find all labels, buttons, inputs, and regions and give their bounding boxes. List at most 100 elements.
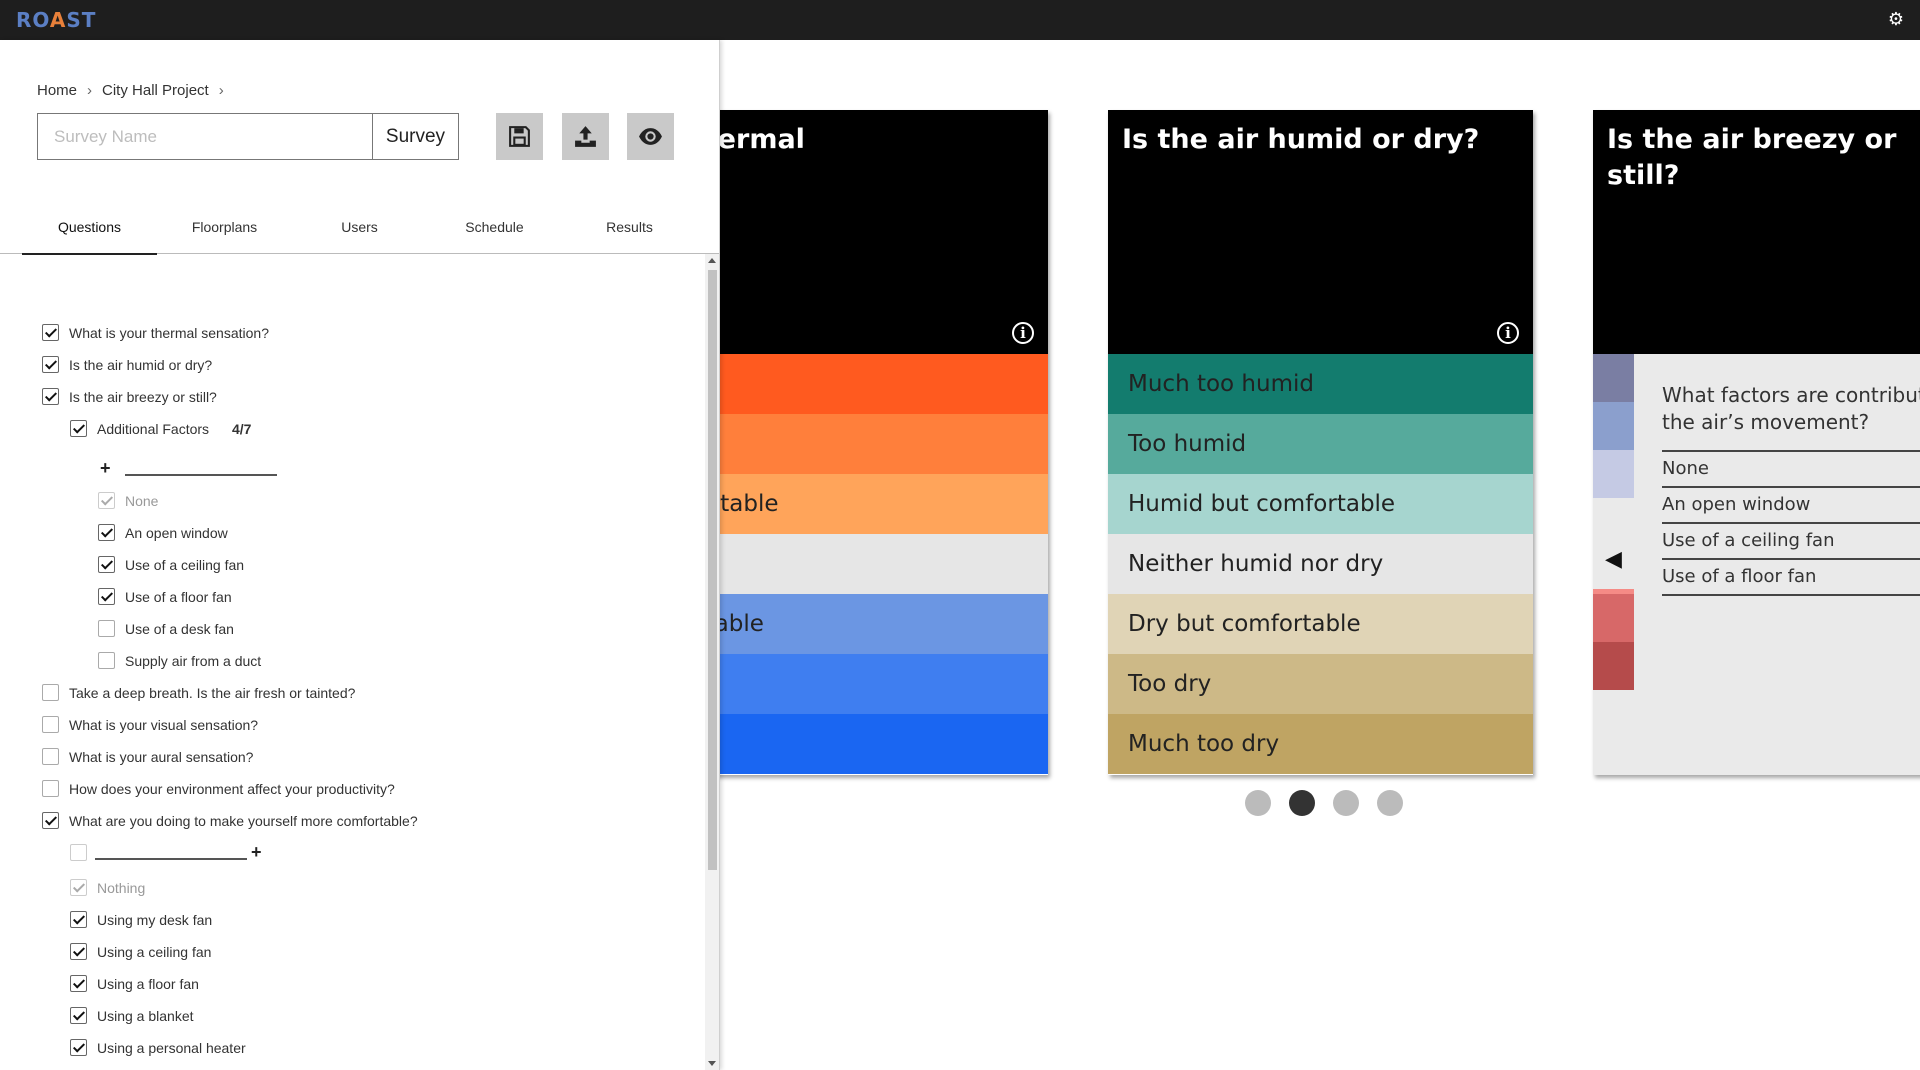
info-icon[interactable]: i [1012,322,1034,344]
checkbox[interactable] [42,324,59,341]
question-label: Additional Factors [97,421,210,437]
answer-option[interactable]: Dry but comfortable [1108,594,1533,654]
card-options: Much too humid Too humid Humid but comfort… [1108,354,1533,774]
save-icon [509,126,530,147]
checkbox[interactable] [42,388,59,405]
plus-icon[interactable]: + [100,458,111,479]
question-label: Supply air from a duct [125,653,262,669]
pager-dot[interactable] [1245,790,1271,816]
checkbox[interactable] [98,588,115,605]
checkbox[interactable] [98,652,115,669]
checkbox[interactable] [42,716,59,733]
answer-option[interactable]: Much too dry [1108,714,1533,774]
question-label: What is your thermal sensation? [69,325,269,341]
scroll-up-icon[interactable] [708,258,716,263]
followup-content: What factors are contribut the air’s mov… [1662,382,1920,596]
upload-button[interactable] [562,113,609,160]
pager-dot[interactable] [1333,790,1359,816]
pager-dot[interactable] [1377,790,1403,816]
checkbox[interactable] [42,356,59,373]
survey-name-input[interactable] [37,113,373,160]
checkbox[interactable] [42,812,59,829]
followup-option[interactable]: Use of a floor fan [1662,560,1920,596]
answer-option-label: Much too humid [1128,371,1314,397]
breadcrumb-project[interactable]: City Hall Project [102,82,209,99]
checkbox[interactable] [70,943,87,960]
followup-options: None An open window Use of a ceiling fan Us… [1662,450,1920,596]
checkbox[interactable] [42,780,59,797]
question-label: Use of a desk fan [125,621,234,637]
new-action-input[interactable] [95,858,247,860]
plus-icon[interactable]: + [251,842,262,863]
checkbox[interactable] [70,975,87,992]
scrollbar[interactable] [705,254,719,1070]
scroll-down-icon[interactable] [708,1061,716,1066]
answer-option[interactable]: Too humid [1108,414,1533,474]
answer-option-label: Much too dry [1128,731,1280,757]
gear-icon[interactable]: ⚙ [1886,9,1906,29]
tab-floorplans[interactable]: Floorplans [157,214,292,254]
roast-logo[interactable]: ROAST [16,8,96,32]
strip-segment[interactable] [1593,402,1634,450]
logo-part: RO [16,8,50,32]
answer-option[interactable]: Too dry [1108,654,1533,714]
answer-option[interactable]: Humid but comfortable [1108,474,1533,534]
question-label: Use of a floor fan [125,589,232,605]
tab-questions[interactable]: Questions [22,214,157,255]
question-card-humidity: Is the air humid or dry? i Much too humi… [1108,110,1533,775]
question-label: An open window [125,525,228,541]
answer-option[interactable]: Much too humid [1108,354,1533,414]
checkbox[interactable] [70,1007,87,1024]
strip-segment[interactable] [1593,450,1634,498]
answer-option-label: Too humid [1128,431,1247,457]
survey-editor-panel: Home › City Hall Project › Survey Questions… [0,40,720,1070]
breadcrumb: Home › City Hall Project › [37,82,234,99]
chevron-right-icon: › [87,82,93,99]
question-label: Using a blanket [97,1008,194,1024]
strip-segment[interactable] [1593,594,1634,642]
answer-option-label: Too dry [1128,671,1212,697]
logo-part: A [49,8,67,32]
question-label: Using a floor fan [97,976,199,992]
checkbox[interactable] [42,684,59,701]
survey-type-button[interactable]: Survey [372,113,459,160]
checkbox [98,492,115,509]
followup-option[interactable]: None [1662,452,1920,488]
upload-icon [575,126,596,147]
breadcrumb-home[interactable]: Home [37,82,77,99]
checkbox[interactable] [70,1039,87,1056]
save-button[interactable] [496,113,543,160]
question-label: None [125,493,159,509]
checkbox[interactable] [98,524,115,541]
answer-option-label: Humid but comfortable [1128,491,1396,517]
info-icon[interactable]: i [1497,322,1519,344]
tab-schedule[interactable]: Schedule [427,214,562,254]
chevron-right-icon: › [218,82,224,99]
strip-segment[interactable] [1593,354,1634,402]
pager-dot[interactable] [1289,790,1315,816]
question-label: Using a ceiling fan [97,944,212,960]
tab-users[interactable]: Users [292,214,427,254]
followup-question: What factors are contribut the air’s mov… [1662,382,1920,436]
checkbox[interactable] [70,420,87,437]
question-list: + + What is your thermal sensation? Is th… [0,254,705,1070]
checkbox[interactable] [98,556,115,573]
followup-option[interactable]: Use of a ceiling fan [1662,524,1920,560]
preview-button[interactable] [627,113,674,160]
question-label: Using a personal heater [97,1040,246,1056]
logo-part: ST [66,8,97,32]
checkbox[interactable] [70,844,87,861]
checkbox[interactable] [42,748,59,765]
followup-option[interactable]: An open window [1662,488,1920,524]
scroll-thumb[interactable] [708,270,717,870]
checkbox[interactable] [70,911,87,928]
tab-results[interactable]: Results [562,214,697,254]
new-factor-input[interactable] [125,474,277,476]
checkbox[interactable] [98,620,115,637]
back-arrow-icon[interactable]: ◀ [1593,529,1634,589]
strip-segment[interactable] [1593,642,1634,690]
card-title: Is the air humid or dry? [1122,124,1480,155]
answer-option[interactable]: Neither humid nor dry [1108,534,1533,594]
question-label: Is the air humid or dry? [69,357,213,373]
question-label: Take a deep breath. Is the air fresh or … [69,685,356,701]
